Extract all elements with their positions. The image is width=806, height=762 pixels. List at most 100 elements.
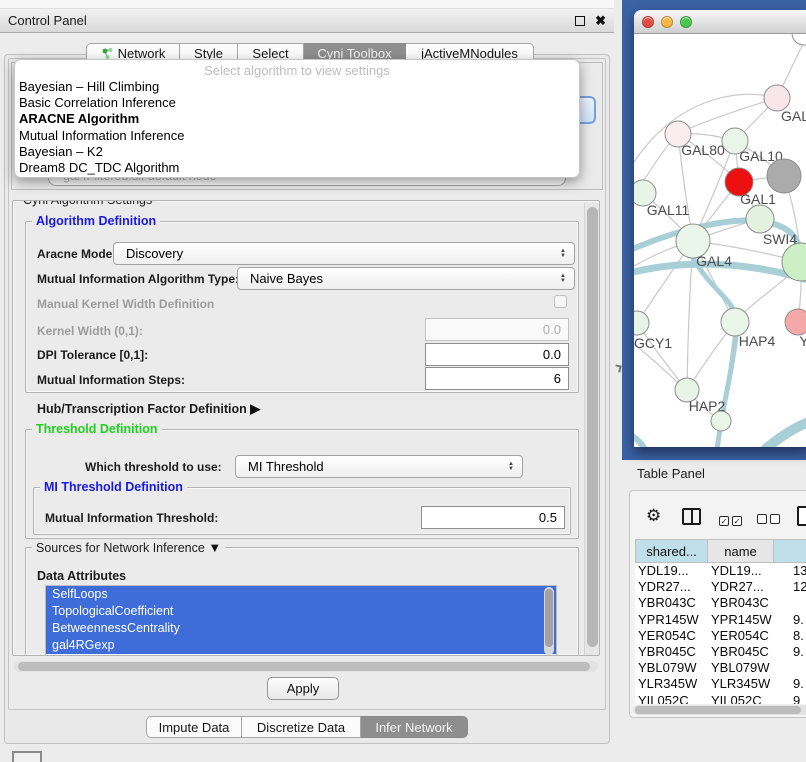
algorithm-option[interactable]: ARACNE Algorithm xyxy=(15,111,579,127)
stepper-arrows-icon: ▲▼ xyxy=(560,274,566,284)
table-row[interactable]: YPR145WYPR145W9. xyxy=(635,612,806,628)
node-gray[interactable] xyxy=(767,159,801,193)
close-traffic-light-icon[interactable] xyxy=(642,16,654,28)
dpi-tolerance-value: 0.0 xyxy=(543,347,561,362)
apply-button[interactable]: Apply xyxy=(267,677,339,700)
algorithm-placeholder: Select algorithm to view settings xyxy=(15,60,579,79)
tab-discretize-data[interactable]: Discretize Data xyxy=(242,716,361,738)
table-cell: YBL079W xyxy=(711,660,770,676)
table-cell: YDR27... xyxy=(638,579,691,595)
table-cell: 9. xyxy=(793,644,804,660)
algorithm-option[interactable]: Bayesian – Hill Climbing xyxy=(15,79,579,95)
mi-threshold-value: 0.5 xyxy=(539,510,557,525)
table-cell: 13 xyxy=(793,563,806,579)
table-cell: YER054C xyxy=(638,628,696,644)
kernel-width-field[interactable]: 0.0 xyxy=(425,318,569,341)
hub-definition-label: Hub/Transcription Factor Definition xyxy=(37,402,247,416)
node-label-gal80: GAL80 xyxy=(681,142,725,158)
network-canvas[interactable]: GALGAL80GAL10GAL11GAL1SWI4GAL4GCY1HAP4YH… xyxy=(634,34,806,447)
manual-kernel-label: Manual Kernel Width Definition xyxy=(37,297,214,311)
data-attributes-label: Data Attributes xyxy=(37,569,126,583)
table-cell: YDL19... xyxy=(638,563,689,579)
close-icon[interactable]: ✖ xyxy=(595,16,606,26)
document-icon[interactable] xyxy=(797,506,806,526)
window-top-strip xyxy=(0,0,614,9)
control-panel-titlebar: Control Panel ✖ xyxy=(0,9,614,33)
table-row[interactable]: YDL19...YDL19...13 xyxy=(635,563,806,579)
bottom-tab-bar: Impute DataDiscretize DataInfer Network xyxy=(146,716,468,738)
settings-horizontal-scrollbar[interactable] xyxy=(14,661,598,672)
table-cell: YER054C xyxy=(711,628,769,644)
table-cell: YBR043C xyxy=(711,595,769,611)
algorithm-option[interactable]: Bayesian – K2 xyxy=(15,144,579,160)
column-header[interactable]: shared... xyxy=(635,539,708,563)
node-y-cut[interactable] xyxy=(785,309,806,335)
table-panel-title: Table Panel xyxy=(637,466,705,481)
attribute-item[interactable]: SelfLoops xyxy=(46,586,556,603)
table-row[interactable]: YBR045CYBR045C9. xyxy=(635,644,806,660)
sources-title-text: Sources for Network Inference xyxy=(36,541,205,555)
column-header[interactable] xyxy=(774,539,806,563)
network-window-titlebar[interactable] xyxy=(634,10,806,34)
node-gcy1[interactable] xyxy=(634,311,649,335)
which-threshold-combo[interactable]: MI Threshold ▲▼ xyxy=(235,455,523,478)
aracne-mode-combo[interactable]: Discovery ▲▼ xyxy=(113,242,575,265)
algorithm-option[interactable]: Dream8 DC_TDC Algorithm xyxy=(15,160,579,176)
zoom-traffic-light-icon[interactable] xyxy=(680,16,692,28)
float-window-icon[interactable] xyxy=(575,16,585,26)
network-edge-thick xyxy=(762,414,806,447)
table-row[interactable]: YBL079WYBL079W xyxy=(635,660,806,676)
split-columns-icon[interactable] xyxy=(682,508,701,525)
select-all-checkboxes-icon[interactable]: ✓✓ xyxy=(719,511,745,529)
kernel-width-label: Kernel Width (0,1): xyxy=(37,324,143,338)
table-cell: YLR345W xyxy=(711,676,770,692)
gear-icon[interactable]: ⚙ xyxy=(646,507,661,524)
sources-group-title[interactable]: Sources for Network Inference ▼ xyxy=(32,540,225,555)
network-window[interactable]: GALGAL80GAL10GAL11GAL1SWI4GAL4GCY1HAP4YH… xyxy=(634,10,806,447)
control-panel-title: Control Panel xyxy=(8,13,87,28)
table-row[interactable]: YIL052CYIL052C9 xyxy=(635,693,806,705)
node-hap4[interactable] xyxy=(721,308,749,336)
minimize-traffic-light-icon[interactable] xyxy=(661,16,673,28)
tab-impute-data[interactable]: Impute Data xyxy=(146,716,242,738)
table-horizontal-scrollbar[interactable] xyxy=(633,705,806,715)
attributes-list-scrollbar[interactable] xyxy=(544,587,554,655)
node-label-gal: GAL xyxy=(781,108,806,124)
mi-steps-field[interactable]: 6 xyxy=(425,367,569,390)
table-row[interactable]: YBR043CYBR043C xyxy=(635,595,806,611)
table-row[interactable]: YDR27...YDR27...12 xyxy=(635,579,806,595)
table-cell: 9 xyxy=(793,693,800,705)
table-row[interactable]: YLR345WYLR345W9. xyxy=(635,676,806,692)
table-rows: YDL19...YDL19...13YDR27...YDR27...12YBR0… xyxy=(635,563,806,704)
algorithm-option[interactable]: Basic Correlation Inference xyxy=(15,95,579,111)
node-label-swi4: SWI4 xyxy=(763,231,797,247)
table-panel: ⚙ ✓✓ shared...name YDL19...YDL19...13YDR… xyxy=(629,490,806,718)
manual-kernel-checkbox[interactable] xyxy=(554,295,567,308)
aracne-mode-label: Aracne Mode: xyxy=(37,247,116,261)
data-attributes-list[interactable]: SelfLoopsTopologicalCoefficientBetweenne… xyxy=(45,585,557,656)
table-cell: YBR045C xyxy=(711,644,769,660)
mi-type-value: Naive Bayes xyxy=(250,271,323,286)
settings-vertical-scrollbar[interactable] xyxy=(584,203,599,655)
algorithm-option[interactable]: Mutual Information Inference xyxy=(15,128,579,144)
network-edge xyxy=(690,98,777,128)
attribute-item[interactable]: BetweennessCentrality xyxy=(46,620,556,637)
column-header[interactable]: name xyxy=(708,539,774,563)
minimized-panel-icon[interactable] xyxy=(12,751,42,762)
node-small[interactable] xyxy=(711,411,731,431)
node-label-hap4: HAP4 xyxy=(739,333,776,349)
aracne-mode-value: Discovery xyxy=(126,246,183,261)
tab-infer-network[interactable]: Infer Network xyxy=(361,716,468,738)
node-gal1[interactable] xyxy=(746,205,774,233)
deselect-all-checkboxes-icon[interactable] xyxy=(757,511,783,529)
node-label-gal11: GAL11 xyxy=(647,202,690,218)
attribute-item[interactable]: gal4RGexp xyxy=(46,637,556,654)
node-top-partial[interactable] xyxy=(792,34,806,45)
mi-type-combo[interactable]: Naive Bayes ▲▼ xyxy=(237,267,575,290)
stepper-arrows-icon: ▲▼ xyxy=(560,249,566,259)
dpi-tolerance-field[interactable]: 0.0 xyxy=(425,343,569,366)
table-row[interactable]: YER054CYER054C8. xyxy=(635,628,806,644)
attribute-item[interactable]: TopologicalCoefficient xyxy=(46,603,556,620)
hub-definition-toggle[interactable]: Hub/Transcription Factor Definition ▶ xyxy=(37,401,260,417)
mi-threshold-field[interactable]: 0.5 xyxy=(421,506,565,529)
